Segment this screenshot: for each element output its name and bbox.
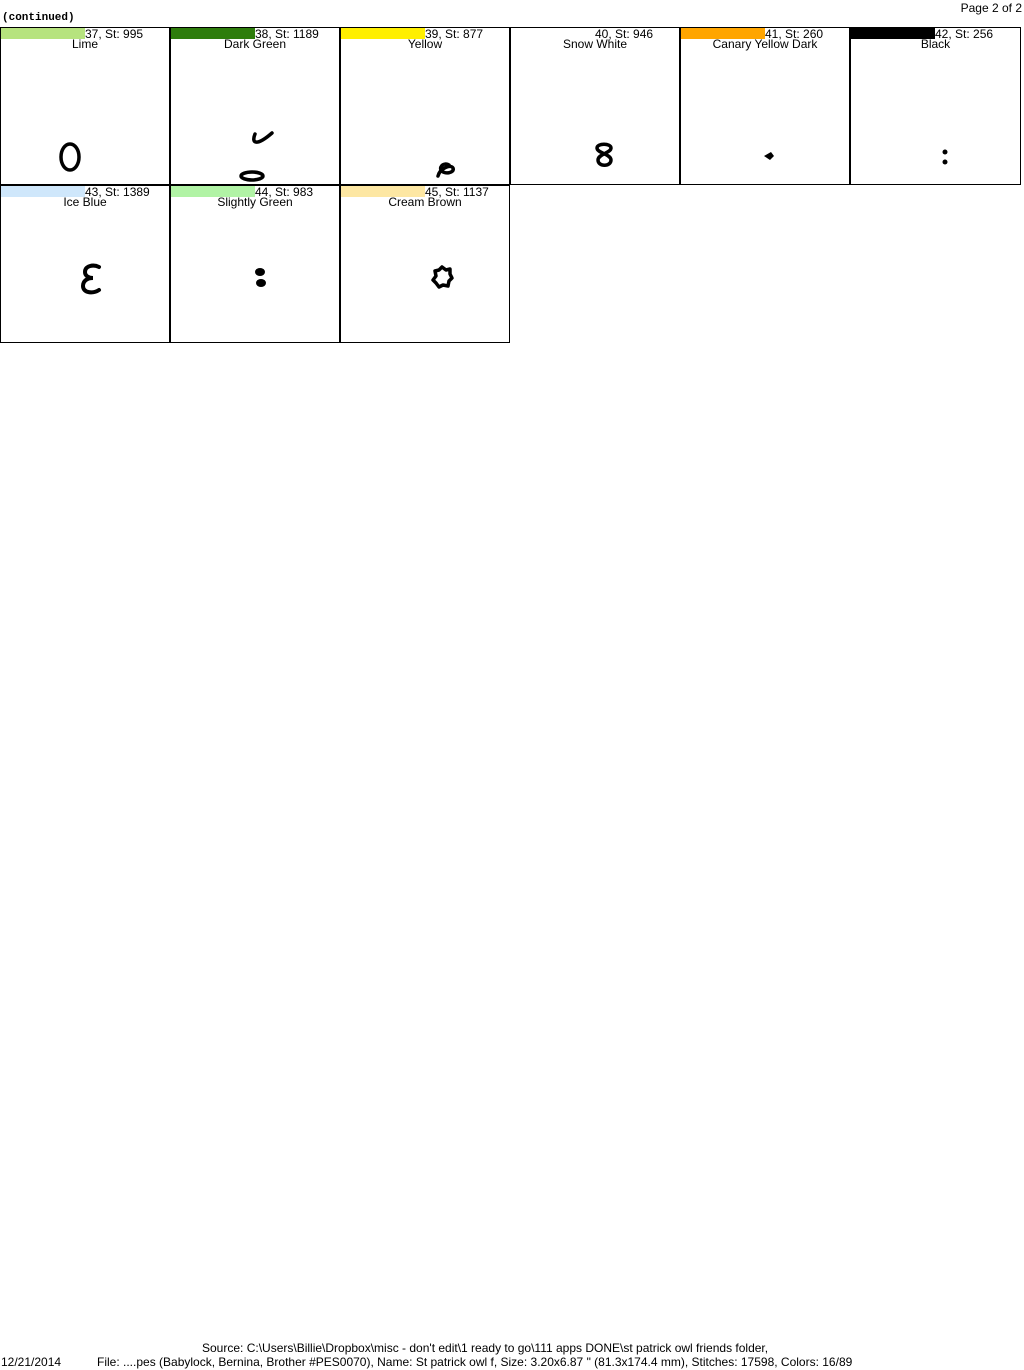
- dot-icon: [764, 152, 774, 160]
- page-number: Page 2 of 2: [960, 1, 1022, 15]
- eyebrow-and-oval-icon: [239, 131, 274, 182]
- color-cell: 39, St: 877 Yellow: [340, 27, 510, 185]
- color-cell: 40, St: 946 Snow White: [510, 27, 680, 185]
- ring-o-icon: [59, 142, 81, 172]
- color-cell: 38, St: 1189 Dark Green: [170, 27, 340, 185]
- small-loop-icon: [436, 162, 455, 178]
- color-cell: 45, St: 1137 Cream Brown: [340, 185, 510, 343]
- file-info: File: ....pes (Babylock, Bernina, Brothe…: [97, 1355, 853, 1369]
- figure-eight-icon: [595, 142, 613, 167]
- flower-ring-icon: [431, 265, 454, 289]
- double-blob-icon: [255, 268, 266, 287]
- color-cell: 42, St: 256 Black: [850, 27, 1021, 185]
- colon-dots-icon: [942, 149, 948, 165]
- epsilon-shape-icon: [80, 263, 101, 295]
- continued-label: (continued): [2, 12, 75, 24]
- color-cell: 44, St: 983 Slightly Green: [170, 185, 340, 343]
- color-cell: 37, St: 995 Lime: [0, 27, 170, 185]
- color-cell: 43, St: 1389 Ice Blue: [0, 185, 170, 343]
- source-path: Source: C:\Users\Billie\Dropbox\misc - d…: [202, 1341, 769, 1355]
- print-date: 12/21/2014: [1, 1355, 62, 1369]
- color-cell: 41, St: 260 Canary Yellow Dark: [680, 27, 850, 185]
